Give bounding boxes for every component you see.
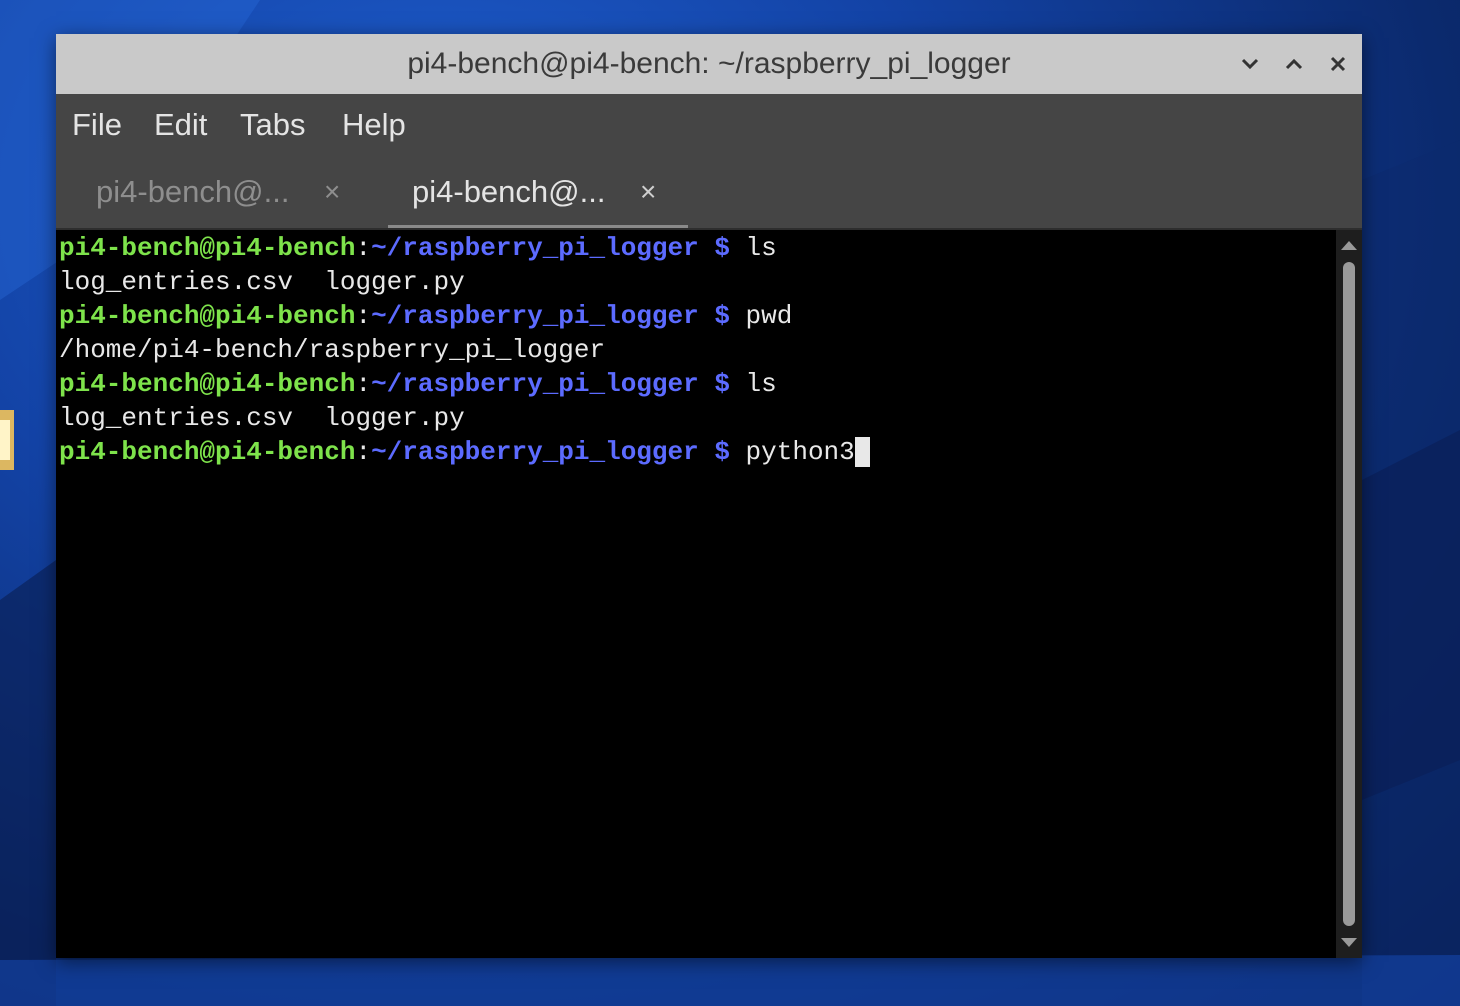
output-line: /home/pi4-bench/raspberry_pi_logger <box>59 333 605 367</box>
prompt-user: pi4-bench@pi4-bench <box>59 369 356 399</box>
scroll-up-icon[interactable] <box>1339 236 1359 256</box>
tab-1[interactable]: pi4-bench@... × <box>72 156 372 228</box>
prompt-colon: : <box>355 233 372 263</box>
prompt-symbol: $ <box>698 301 746 331</box>
command-text: ls <box>745 369 777 399</box>
prompt-symbol: $ <box>698 437 746 467</box>
maximize-button[interactable] <box>1278 48 1310 80</box>
prompt-path: ~/raspberry_pi_logger <box>371 369 699 399</box>
text-cursor <box>854 437 870 468</box>
prompt-line: pi4-bench@pi4-bench:~/raspberry_pi_logge… <box>59 231 777 265</box>
terminal-output[interactable]: pi4-bench@pi4-bench:~/raspberry_pi_logge… <box>56 230 1336 958</box>
tab-2-close-icon[interactable]: × <box>640 156 656 228</box>
prompt-path: ~/raspberry_pi_logger <box>371 301 699 331</box>
tab-2-label: pi4-bench@... <box>412 174 606 209</box>
close-icon <box>1330 56 1346 72</box>
output-text: log_entries.csv logger.py <box>59 403 465 433</box>
prompt-path: ~/raspberry_pi_logger <box>371 233 699 263</box>
output-text: log_entries.csv logger.py <box>59 267 465 297</box>
chevron-up-icon <box>1285 58 1303 70</box>
output-line: log_entries.csv logger.py <box>59 401 465 435</box>
prompt-colon: : <box>355 437 372 467</box>
menu-bar: File Edit Tabs Help <box>56 94 1362 156</box>
scroll-down-icon[interactable] <box>1339 932 1359 952</box>
prompt-line: pi4-bench@pi4-bench:~/raspberry_pi_logge… <box>59 435 870 469</box>
tab-bar: pi4-bench@... × pi4-bench@... × <box>56 156 1362 230</box>
tab-1-close-icon[interactable]: × <box>324 156 340 228</box>
prompt-symbol: $ <box>698 369 746 399</box>
menu-edit[interactable]: Edit <box>154 94 207 156</box>
terminal-window: pi4-bench@pi4-bench: ~/raspberry_pi_logg… <box>56 34 1362 958</box>
prompt-line: pi4-bench@pi4-bench:~/raspberry_pi_logge… <box>59 299 792 333</box>
menu-tabs[interactable]: Tabs <box>240 94 305 156</box>
prompt-line: pi4-bench@pi4-bench:~/raspberry_pi_logge… <box>59 367 777 401</box>
prompt-symbol: $ <box>698 233 746 263</box>
prompt-user: pi4-bench@pi4-bench <box>59 437 356 467</box>
menu-help[interactable]: Help <box>342 94 406 156</box>
command-text: ls <box>745 233 777 263</box>
scrollbar-thumb[interactable] <box>1343 262 1355 926</box>
output-line: log_entries.csv logger.py <box>59 265 465 299</box>
tab-1-label: pi4-bench@... <box>96 174 290 209</box>
title-bar[interactable]: pi4-bench@pi4-bench: ~/raspberry_pi_logg… <box>56 34 1362 94</box>
minimize-button[interactable] <box>1234 48 1266 80</box>
active-tab-indicator <box>388 225 688 228</box>
prompt-path: ~/raspberry_pi_logger <box>371 437 699 467</box>
prompt-user: pi4-bench@pi4-bench <box>59 233 356 263</box>
vertical-scrollbar[interactable] <box>1336 230 1362 958</box>
command-text: pwd <box>745 301 793 331</box>
menu-file[interactable]: File <box>72 94 122 156</box>
prompt-user: pi4-bench@pi4-bench <box>59 301 356 331</box>
command-text: python3 <box>745 437 855 467</box>
window-title: pi4-bench@pi4-bench: ~/raspberry_pi_logg… <box>407 47 1011 80</box>
tab-2[interactable]: pi4-bench@... × <box>388 156 688 228</box>
output-text: /home/pi4-bench/raspberry_pi_logger <box>59 335 606 365</box>
prompt-colon: : <box>355 369 372 399</box>
chevron-down-icon <box>1241 58 1259 70</box>
close-button[interactable] <box>1322 48 1354 80</box>
prompt-colon: : <box>355 301 372 331</box>
